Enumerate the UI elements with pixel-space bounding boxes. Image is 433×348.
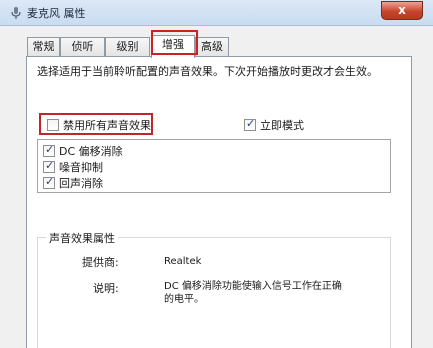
- disable-all-label: 禁用所有声音效果: [63, 119, 151, 132]
- tab-levels[interactable]: 级别: [105, 37, 150, 57]
- tab-listen[interactable]: 侦听: [60, 37, 105, 57]
- sound-effect-properties-group: 声音效果属性 提供商: Realtek 说明: DC 偏移消除功能使输入信号工作…: [37, 230, 391, 348]
- close-button[interactable]: x: [381, 1, 423, 20]
- immediate-mode-label: 立即模式: [260, 119, 304, 132]
- provider-label: 提供商:: [82, 256, 119, 269]
- enhancements-description: 选择适用于当前聆听配置的声音效果。下次开始播放时更改才会生效。: [37, 65, 378, 78]
- tab-enhancements[interactable]: 增强: [151, 35, 195, 58]
- tab-general[interactable]: 常规: [27, 37, 60, 57]
- description-value: DC 偏移消除功能使输入信号工作在正确的电平。: [164, 281, 342, 305]
- tab-advanced[interactable]: 高级: [195, 37, 229, 57]
- properties-group-title: 声音效果属性: [46, 230, 118, 246]
- effect-item-noise-suppression[interactable]: 噪音抑制: [43, 159, 103, 175]
- effect-label: DC 偏移消除: [59, 145, 123, 158]
- microphone-icon: [11, 7, 21, 19]
- effect-item-echo-cancellation[interactable]: 回声消除: [43, 175, 103, 191]
- provider-value: Realtek: [164, 256, 202, 267]
- description-label: 说明:: [93, 282, 119, 295]
- window-title: 麦克风 属性: [27, 7, 86, 20]
- effect-checkbox[interactable]: [43, 159, 55, 173]
- disable-all-checkbox-box[interactable]: [47, 119, 59, 131]
- window-body: 常规 侦听 级别 增强 高级 选择适用于当前聆听配置的声音效果。下次开始播放时更…: [0, 26, 433, 348]
- immediate-mode-checkbox[interactable]: 立即模式: [244, 117, 304, 133]
- effect-item-dc-offset[interactable]: DC 偏移消除: [43, 143, 123, 159]
- effect-checkbox[interactable]: [43, 175, 55, 189]
- effect-checkbox[interactable]: [43, 143, 55, 157]
- immediate-mode-checkbox-box[interactable]: [244, 117, 256, 131]
- effects-list: DC 偏移消除 噪音抑制 回声消除: [37, 139, 391, 193]
- effect-label: 噪音抑制: [59, 161, 103, 174]
- enhancements-panel: 选择适用于当前聆听配置的声音效果。下次开始播放时更改才会生效。 禁用所有声音效果…: [26, 56, 412, 348]
- disable-all-effects-checkbox[interactable]: 禁用所有声音效果: [47, 117, 151, 133]
- title-bar[interactable]: 麦克风 属性 x: [0, 0, 433, 26]
- effect-label: 回声消除: [59, 177, 103, 190]
